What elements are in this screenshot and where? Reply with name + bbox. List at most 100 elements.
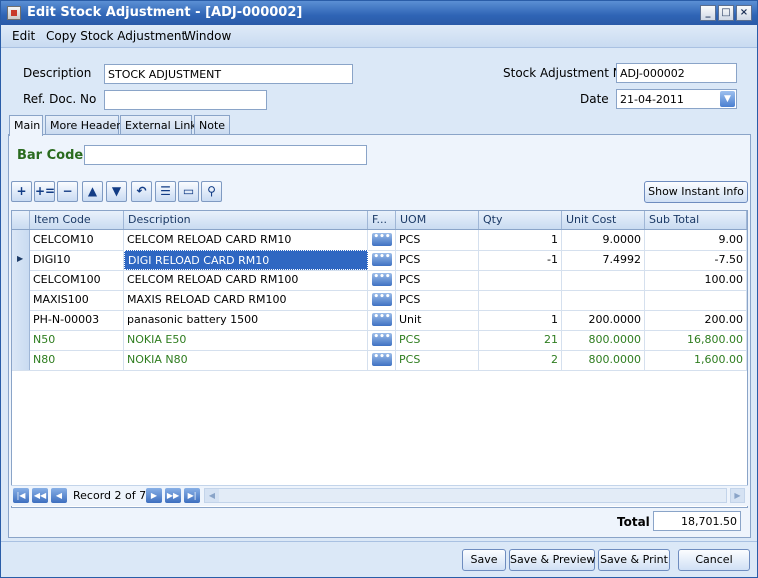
qty-cell[interactable]: 1 [479, 310, 562, 330]
row-indicator[interactable] [12, 270, 30, 290]
row-indicator[interactable]: ▶ [12, 250, 30, 270]
ellipsis-button[interactable]: ••• [372, 313, 392, 326]
qty-cell[interactable]: 1 [479, 230, 562, 250]
column-unit-cost[interactable]: Unit Cost [562, 211, 645, 229]
uom-cell[interactable]: PCS [396, 250, 479, 270]
item-code-cell[interactable]: N50 [30, 330, 124, 350]
f-cell[interactable]: ••• [368, 250, 396, 270]
row-indicator[interactable] [12, 310, 30, 330]
sub-total-cell[interactable]: 1,600.00 [645, 350, 747, 370]
delete-row-icon[interactable]: − [57, 181, 78, 202]
tab-note[interactable]: Note [194, 115, 230, 135]
ellipsis-button[interactable]: ••• [372, 233, 392, 246]
row-indicator[interactable] [12, 230, 30, 250]
table-row[interactable]: CELCOM100 CELCOM RELOAD CARD RM100 ••• PCS 1… [12, 270, 747, 291]
save-and-print-button[interactable]: Save & Print [598, 549, 670, 571]
description-cell[interactable]: DIGI RELOAD CARD RM10 [124, 250, 368, 270]
row-indicator[interactable] [12, 330, 30, 350]
item-code-cell[interactable]: CELCOM10 [30, 230, 124, 250]
detail-icon[interactable]: ▭ [178, 181, 199, 202]
close-button[interactable]: × [736, 5, 752, 21]
uom-cell[interactable]: PCS [396, 230, 479, 250]
qty-cell[interactable]: 2 [479, 350, 562, 370]
ellipsis-button[interactable]: ••• [372, 253, 392, 266]
sub-total-cell[interactable]: 200.00 [645, 310, 747, 330]
tab-more-header[interactable]: More Header [45, 115, 121, 135]
sub-total-cell[interactable]: 9.00 [645, 230, 747, 250]
add-row-icon[interactable]: + [11, 181, 32, 202]
ref-doc-field[interactable] [104, 90, 267, 110]
tab-external-link[interactable]: External Link [120, 115, 197, 135]
item-code-cell[interactable]: DIGI10 [30, 250, 124, 270]
description-cell[interactable]: CELCOM RELOAD CARD RM100 [124, 270, 368, 290]
column-uom[interactable]: UOM [396, 211, 479, 229]
description-cell[interactable]: panasonic battery 1500 [124, 310, 368, 330]
previous-page-icon[interactable]: ◀◀ [32, 488, 48, 503]
uom-cell[interactable]: PCS [396, 290, 479, 310]
item-code-cell[interactable]: CELCOM100 [30, 270, 124, 290]
unit-cost-cell[interactable]: 800.0000 [562, 330, 645, 350]
sub-total-cell[interactable] [645, 290, 747, 310]
column-sub-total[interactable]: Sub Total [645, 211, 747, 229]
minimize-button[interactable]: _ [700, 5, 716, 21]
cancel-button[interactable]: Cancel [678, 549, 750, 571]
next-record-icon[interactable]: ▶ [146, 488, 162, 503]
unit-cost-cell[interactable]: 200.0000 [562, 310, 645, 330]
date-field[interactable]: 21-04-2011 ▼ [616, 89, 737, 109]
uom-cell[interactable]: PCS [396, 350, 479, 370]
f-cell[interactable]: ••• [368, 310, 396, 330]
undo-icon[interactable]: ↶ [131, 181, 152, 202]
qty-cell[interactable] [479, 290, 562, 310]
unit-cost-cell[interactable]: 7.4992 [562, 250, 645, 270]
table-row[interactable]: PH-N-00003 panasonic battery 1500 ••• Unit 1… [12, 310, 747, 331]
tab-main[interactable]: Main [9, 115, 43, 136]
menu-copy-stock-adjustment[interactable]: Copy Stock Adjustment [46, 29, 186, 43]
column-item-code[interactable]: Item Code [30, 211, 124, 229]
save-button[interactable]: Save [462, 549, 506, 571]
sub-total-cell[interactable]: 16,800.00 [645, 330, 747, 350]
menu-edit[interactable]: Edit [12, 29, 35, 43]
sub-total-cell[interactable]: -7.50 [645, 250, 747, 270]
uom-cell[interactable]: Unit [396, 310, 479, 330]
uom-cell[interactable]: PCS [396, 330, 479, 350]
next-page-icon[interactable]: ▶▶ [165, 488, 181, 503]
f-cell[interactable]: ••• [368, 270, 396, 290]
item-code-cell[interactable]: N80 [30, 350, 124, 370]
f-cell[interactable]: ••• [368, 330, 396, 350]
scroll-right-icon[interactable]: ▶ [730, 488, 745, 503]
f-cell[interactable]: ••• [368, 230, 396, 250]
bar-code-input[interactable] [84, 145, 367, 165]
description-cell[interactable]: NOKIA N80 [124, 350, 368, 370]
ellipsis-button[interactable]: ••• [372, 353, 392, 366]
move-up-icon[interactable]: ▲ [82, 181, 103, 202]
unit-cost-cell[interactable]: 800.0000 [562, 350, 645, 370]
insert-row-icon[interactable]: += [34, 181, 55, 202]
ellipsis-button[interactable]: ••• [372, 333, 392, 346]
stock-adjustment-no-field[interactable]: ADJ-000002 [616, 63, 737, 83]
list-icon[interactable]: ☰ [155, 181, 176, 202]
ellipsis-button[interactable]: ••• [372, 273, 392, 286]
column-f[interactable]: F... [368, 211, 396, 229]
uom-cell[interactable]: PCS [396, 270, 479, 290]
table-row[interactable]: ▶ DIGI10 DIGI RELOAD CARD RM10 ••• PCS -1 7.49… [12, 250, 747, 271]
scroll-left-icon[interactable]: ◀ [205, 489, 219, 502]
description-cell[interactable]: NOKIA E50 [124, 330, 368, 350]
ellipsis-button[interactable]: ••• [372, 293, 392, 306]
table-row[interactable]: CELCOM10 CELCOM RELOAD CARD RM10 ••• PCS 1 9.… [12, 230, 747, 251]
qty-cell[interactable] [479, 270, 562, 290]
description-cell[interactable]: MAXIS RELOAD CARD RM100 [124, 290, 368, 310]
column-description[interactable]: Description [124, 211, 368, 229]
show-instant-info-button[interactable]: Show Instant Info [644, 181, 748, 203]
row-indicator[interactable] [12, 350, 30, 370]
item-code-cell[interactable]: PH-N-00003 [30, 310, 124, 330]
description-field[interactable]: STOCK ADJUSTMENT [104, 64, 353, 84]
move-down-icon[interactable]: ▼ [106, 181, 127, 202]
previous-record-icon[interactable]: ◀ [51, 488, 67, 503]
table-row[interactable]: N50 NOKIA E50 ••• PCS 21 800.0000 16,800.00 [12, 330, 747, 351]
horizontal-scrollbar[interactable]: ◀ [204, 488, 727, 503]
qty-cell[interactable]: 21 [479, 330, 562, 350]
search-icon[interactable]: ⚲ [201, 181, 222, 202]
description-cell[interactable]: CELCOM RELOAD CARD RM10 [124, 230, 368, 250]
maximize-button[interactable]: □ [718, 5, 734, 21]
qty-cell[interactable]: -1 [479, 250, 562, 270]
